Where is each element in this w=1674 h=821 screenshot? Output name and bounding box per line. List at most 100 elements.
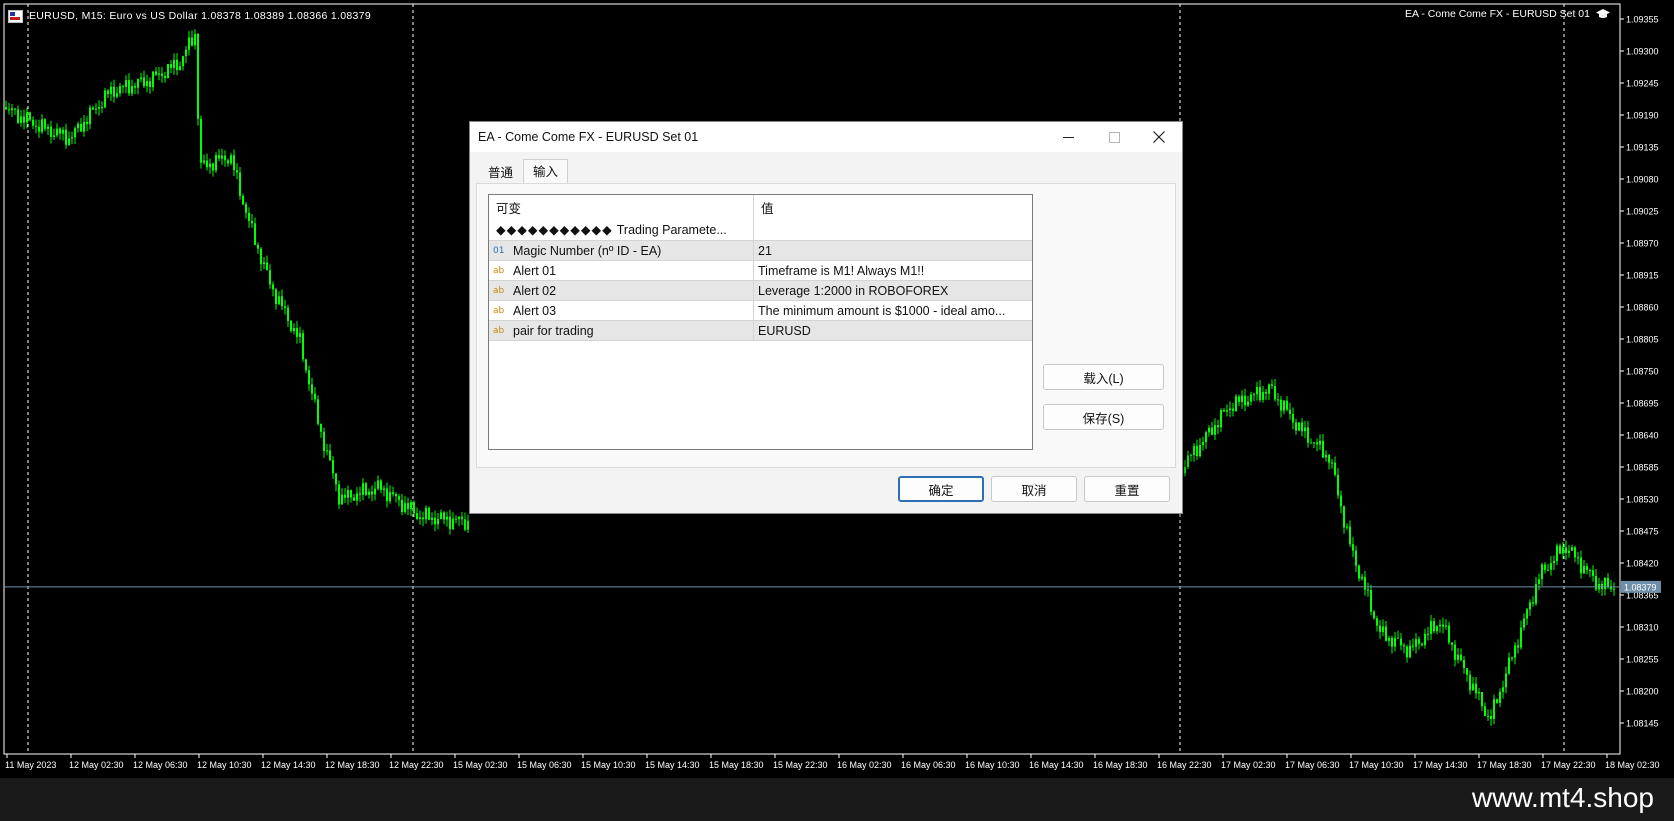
candle-body	[116, 93, 118, 97]
candle-body	[128, 80, 130, 94]
candle-body	[20, 116, 22, 123]
candle-body	[1325, 454, 1327, 458]
candle-body	[32, 119, 34, 126]
candle-body	[107, 90, 109, 95]
candle-body	[1223, 410, 1225, 412]
parameters-table[interactable]: 可变 值 ◆◆◆◆◆◆◆◆◆◆◆ Trading Paramete... 01 …	[488, 194, 1033, 450]
column-header-value[interactable]: 值	[754, 195, 1032, 219]
candle-body	[1298, 422, 1300, 431]
candle-body	[269, 270, 271, 285]
price-label: 1.08475	[1626, 527, 1659, 537]
candle-body	[95, 108, 97, 110]
minimize-button[interactable]	[1045, 122, 1091, 152]
table-row[interactable]: ab pair for trading EURUSD	[489, 321, 1032, 341]
candle-body	[1208, 427, 1210, 433]
param-value[interactable]: Timeframe is M1! Always M1!!	[754, 261, 1032, 280]
candle-body	[1541, 564, 1543, 580]
candle-body	[293, 328, 295, 331]
column-header-variable[interactable]: 可变	[489, 195, 754, 219]
candle-body	[200, 118, 202, 163]
candle-body	[1466, 668, 1468, 675]
candle-body	[1454, 644, 1456, 660]
candle-body	[362, 483, 364, 495]
close-button[interactable]	[1136, 122, 1182, 152]
candle-body	[1475, 683, 1477, 694]
group-label: Trading Paramete...	[616, 222, 727, 237]
candle-body	[1394, 637, 1396, 647]
candle-body	[1463, 660, 1465, 669]
candle-body	[1343, 506, 1345, 528]
string-type-icon: ab	[493, 325, 505, 336]
candle-body	[1244, 395, 1246, 406]
table-row-group[interactable]: ◆◆◆◆◆◆◆◆◆◆◆ Trading Paramete...	[489, 219, 1032, 241]
candle-body	[287, 307, 289, 321]
candle-body	[1493, 699, 1495, 719]
candle-body	[1319, 440, 1321, 445]
candle-body	[1337, 474, 1339, 496]
candle-body	[386, 488, 388, 502]
time-label: 15 May 22:30	[773, 760, 828, 770]
candle-body	[416, 513, 418, 519]
candle-body	[161, 73, 163, 76]
candle-body	[92, 107, 94, 110]
candle-body	[62, 129, 64, 134]
candle-body	[374, 488, 376, 495]
table-row[interactable]: 01 Magic Number (nº ID - EA) 21	[489, 241, 1032, 261]
load-button[interactable]: 载入(L)	[1043, 364, 1164, 390]
candle-body	[119, 86, 121, 94]
candle-body	[1307, 427, 1309, 443]
dialog-titlebar[interactable]: EA - Come Come FX - EURUSD Set 01	[470, 122, 1182, 152]
ea-label[interactable]: EA - Come Come FX - EURUSD Set 01	[1405, 8, 1610, 20]
param-value[interactable]: Leverage 1:2000 in ROBOFOREX	[754, 281, 1032, 300]
candle-body	[1232, 408, 1234, 411]
candle-body	[284, 306, 286, 308]
price-label: 1.08640	[1626, 431, 1659, 441]
table-row[interactable]: ab Alert 03 The minimum amount is $1000 …	[489, 301, 1032, 321]
candle-body	[419, 517, 421, 519]
integer-type-icon: 01	[493, 245, 505, 256]
candle-body	[1367, 589, 1369, 591]
table-row[interactable]: ab Alert 01 Timeframe is M1! Always M1!!	[489, 261, 1032, 281]
candle-body	[1508, 657, 1510, 674]
candle-body	[197, 33, 199, 119]
candle-body	[353, 497, 355, 501]
tab-general[interactable]: 普通	[478, 161, 523, 184]
candle-body	[1301, 422, 1303, 432]
candle-body	[392, 492, 394, 495]
maximize-button[interactable]	[1091, 122, 1137, 152]
candle-body	[314, 393, 316, 400]
param-value[interactable]: The minimum amount is $1000 - ideal amo.…	[754, 301, 1032, 320]
candle-body	[1277, 399, 1279, 401]
candle-body	[167, 64, 169, 79]
candle-body	[146, 81, 148, 87]
time-label: 12 May 06:30	[133, 760, 188, 770]
reset-button[interactable]: 重置	[1084, 476, 1170, 502]
candle-body	[1400, 638, 1402, 646]
candle-body	[329, 450, 331, 461]
param-name-cell: ab Alert 01	[489, 261, 754, 280]
table-row[interactable]: ab Alert 02 Leverage 1:2000 in ROBOFOREX	[489, 281, 1032, 301]
price-label: 1.09080	[1626, 175, 1659, 185]
price-label: 1.09355	[1626, 15, 1659, 25]
candle-body	[1349, 526, 1351, 545]
candle-body	[1241, 395, 1243, 402]
time-label: 16 May 02:30	[837, 760, 892, 770]
tab-inputs[interactable]: 输入	[523, 159, 569, 184]
candle-body	[1556, 545, 1558, 561]
string-type-icon: ab	[493, 285, 505, 296]
watermark: www.mt4.shop	[1471, 782, 1654, 813]
candle-body	[323, 431, 325, 452]
candle-body	[1373, 611, 1375, 619]
candle-body	[86, 122, 88, 125]
param-value[interactable]: 21	[754, 241, 1032, 260]
cancel-button[interactable]: 取消	[991, 476, 1077, 502]
candle-body	[245, 204, 247, 213]
candle-body	[38, 126, 40, 132]
candle-body	[1505, 673, 1507, 688]
ok-button[interactable]: 确定	[898, 476, 984, 502]
time-label: 12 May 18:30	[325, 760, 380, 770]
candle-body	[350, 490, 352, 498]
save-button[interactable]: 保存(S)	[1043, 404, 1164, 430]
param-value[interactable]: EURUSD	[754, 321, 1032, 340]
price-label: 1.08585	[1626, 463, 1659, 473]
